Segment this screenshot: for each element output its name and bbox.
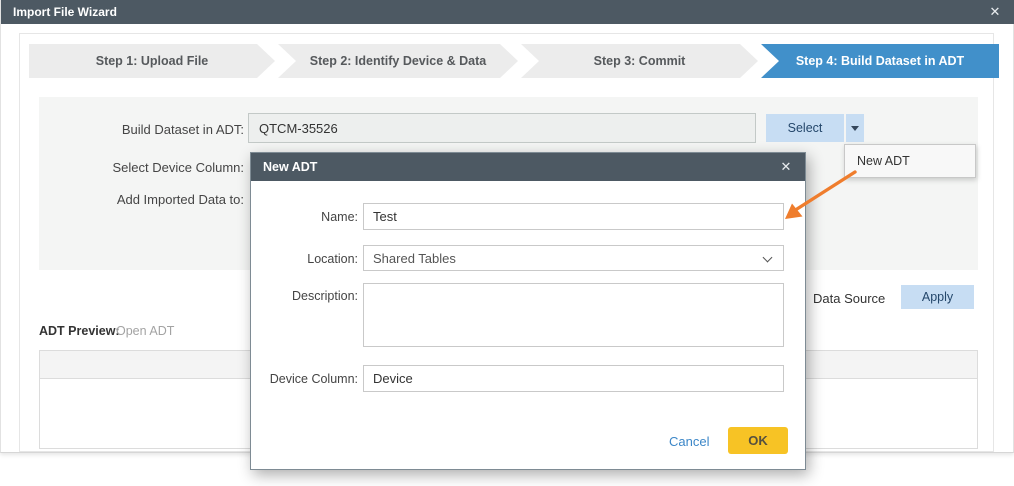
select-button-label: Select	[788, 121, 823, 135]
menu-item-new-adt[interactable]: New ADT	[844, 144, 976, 178]
description-field[interactable]	[363, 283, 784, 347]
data-source-text: Data Source	[813, 291, 885, 306]
location-select[interactable]: Shared Tables	[363, 245, 784, 271]
location-label: Location:	[251, 252, 358, 266]
chevron-down-icon	[763, 253, 773, 263]
open-adt-link[interactable]: Open ADT	[116, 324, 174, 338]
name-label: Name:	[251, 210, 358, 224]
caret-down-icon	[851, 126, 859, 131]
modal-close-icon[interactable]: ✕	[773, 153, 799, 181]
add-imported-data-label: Add Imported Data to:	[34, 192, 244, 207]
select-adt-button[interactable]: Select	[766, 114, 844, 142]
new-adt-modal-header[interactable]: New ADT ✕	[251, 153, 805, 181]
select-dropdown-button[interactable]	[846, 114, 864, 142]
adt-preview-label: ADT Preview:	[39, 324, 120, 338]
wizard-titlebar: Import File Wizard ✕	[1, 0, 1014, 24]
cancel-button[interactable]: Cancel	[669, 434, 709, 449]
device-column-label: Device Column:	[251, 372, 358, 386]
wizard-title: Import File Wizard	[1, 5, 117, 19]
step-3-label: Step 3: Commit	[594, 54, 686, 68]
step-1-label: Step 1: Upload File	[96, 54, 209, 68]
new-adt-modal-title: New ADT	[251, 160, 317, 174]
new-adt-modal: New ADT ✕ Name: Location: Shared Tables …	[250, 152, 806, 470]
step-3-commit[interactable]: Step 3: Commit	[521, 44, 758, 78]
step-2-label: Step 2: Identify Device & Data	[310, 54, 486, 68]
step-1-upload-file[interactable]: Step 1: Upload File	[29, 44, 275, 78]
device-column-field[interactable]	[363, 365, 784, 392]
select-device-column-label: Select Device Column:	[34, 160, 244, 175]
apply-button-label: Apply	[922, 290, 953, 304]
adt-name-value: QTCM-35526	[259, 121, 338, 136]
adt-name-field[interactable]: QTCM-35526	[248, 113, 756, 143]
step-4-label: Step 4: Build Dataset in ADT	[796, 54, 964, 68]
new-adt-menu-label: New ADT	[857, 154, 910, 168]
ok-button[interactable]: OK	[728, 427, 788, 454]
description-label: Description:	[251, 289, 358, 303]
location-value: Shared Tables	[373, 251, 456, 266]
name-field[interactable]	[363, 203, 784, 230]
close-icon[interactable]: ✕	[983, 0, 1007, 24]
apply-button[interactable]: Apply	[901, 285, 974, 309]
build-dataset-label: Build Dataset in ADT:	[34, 122, 244, 137]
step-2-identify-device-data[interactable]: Step 2: Identify Device & Data	[278, 44, 518, 78]
step-4-build-dataset-adt[interactable]: Step 4: Build Dataset in ADT	[761, 44, 999, 78]
